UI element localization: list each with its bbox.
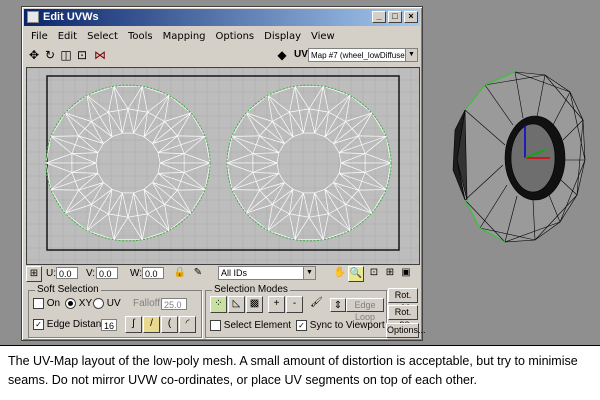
menu-view[interactable]: View [306, 29, 340, 45]
uv-radio[interactable] [93, 297, 104, 309]
chevron-down-icon: ▼ [405, 49, 417, 61]
soft-selection-group: Soft Selection On XY UV Falloff: 25.0 ✓ … [28, 284, 202, 338]
app-icon [27, 11, 39, 23]
edge-distance-row[interactable]: ✓ Edge Distance [33, 318, 112, 332]
stepper-icon[interactable]: ⇕ [330, 298, 346, 312]
uv-shell-left [45, 84, 211, 242]
map-select[interactable]: Map #7 (wheel_lowDiffuseMap.tga)▼ [308, 48, 418, 62]
menu-options[interactable]: Options [211, 29, 260, 45]
menu-edit[interactable]: Edit [53, 29, 82, 45]
selection-modes-title: Selection Modes [212, 284, 290, 295]
zoom-extents-icon[interactable]: ⊞ [382, 266, 398, 282]
menu-mapping[interactable]: Mapping [158, 29, 211, 45]
curve-smooth-button[interactable]: ∫ [125, 316, 142, 333]
on-checkbox-row[interactable]: On [33, 297, 60, 311]
menu-tools[interactable]: Tools [123, 29, 158, 45]
rotate-icon[interactable]: ↻ [42, 47, 58, 63]
xy-radio-row[interactable]: XY [65, 297, 92, 311]
v-label: V: [86, 268, 96, 279]
sync-viewport-checkbox[interactable]: ✓ [296, 319, 307, 331]
uv-editor-view[interactable] [26, 67, 420, 265]
ids-select-value: All IDs [221, 268, 248, 278]
soft-selection-title: Soft Selection [35, 284, 101, 295]
move-icon[interactable]: ✥ [26, 47, 42, 63]
scale-icon[interactable]: ◫ [58, 47, 74, 63]
paint-icon[interactable]: ✎ [190, 266, 206, 282]
zoom-region-icon[interactable]: ⊡ [366, 266, 382, 282]
options-button[interactable]: Options... [386, 323, 426, 338]
vertex-mode-button[interactable]: ⁘ [210, 296, 227, 313]
uv-label: UV [294, 49, 308, 60]
shrink-selection-button[interactable]: - [286, 296, 303, 313]
selection-modes-group: Selection Modes ⁘ ◺ ▩ + - 🖌 ⇕ Edge Loop … [205, 284, 387, 338]
edge-distance-checkbox[interactable]: ✓ [33, 318, 44, 330]
menu-select[interactable]: Select [82, 29, 123, 45]
curve-linear-button[interactable]: / [143, 316, 160, 333]
paint-select-icon[interactable]: 🖌 [308, 296, 325, 313]
rotate-plus-90-button[interactable]: Rot. +90 [388, 288, 418, 313]
uv-mesh-layout [27, 68, 419, 264]
chevron-down-icon: ▼ [303, 267, 315, 279]
sync-viewport-row[interactable]: ✓ Sync to Viewport [296, 319, 385, 333]
freeform-icon[interactable]: ⊡ [74, 47, 90, 63]
xy-radio[interactable] [65, 297, 76, 309]
window-title: Edit UVWs [43, 11, 99, 23]
mirror-icon[interactable]: ⋈ [92, 47, 108, 63]
menu-file[interactable]: File [26, 29, 53, 45]
menu-bar: File Edit Select Tools Mapping Options D… [26, 29, 340, 45]
select-element-label: Select Element [223, 320, 292, 331]
filter-icon[interactable]: ▣ [398, 266, 414, 282]
w-label: W: [130, 268, 143, 279]
xy-label: XY [78, 298, 93, 309]
v-field[interactable]: 0.0 [96, 267, 118, 279]
minimize-button[interactable]: _ [372, 11, 386, 23]
wheel-3d-mesh [452, 71, 586, 243]
close-button[interactable]: × [404, 11, 418, 23]
map-select-value: Map #7 (wheel_lowDiffuseMap.tga) [311, 51, 417, 60]
edge-distance-field[interactable]: 16 [101, 319, 117, 331]
pan-icon[interactable]: ✋ [332, 266, 348, 282]
toolbar: ✥ ↻ ◫ ⊡ ⋈ ◆ UV Map #7 (wheel_lowDiffuseM… [26, 47, 418, 65]
on-label: On [46, 298, 61, 309]
status-row: ⊞ U: 0.0 V: 0.0 W: 0.0 🔒 ✎ All IDs ▼ ✋ 🔍 … [26, 265, 418, 283]
edge-loop-button[interactable]: Edge Loop [346, 298, 384, 322]
u-label: U: [46, 268, 56, 279]
falloff-field[interactable]: 25.0 [161, 298, 187, 310]
select-element-row[interactable]: Select Element [210, 319, 291, 333]
uv-radio-row[interactable]: UV [93, 297, 121, 311]
on-checkbox[interactable] [33, 297, 44, 309]
uv-radio-label: UV [106, 298, 121, 309]
edit-uvws-window: Edit UVWs _ □ × File Edit Select Tools M… [21, 6, 426, 341]
face-mode-button[interactable]: ▩ [246, 296, 263, 313]
falloff-label: Falloff: [133, 298, 163, 309]
grow-selection-button[interactable]: + [268, 296, 285, 313]
edge-mode-button[interactable]: ◺ [228, 296, 245, 313]
w-field[interactable]: 0.0 [142, 267, 164, 279]
maximize-button[interactable]: □ [388, 11, 402, 23]
u-field[interactable]: 0.0 [56, 267, 78, 279]
caption: The UV-Map layout of the low-poly mesh. … [0, 345, 600, 400]
title-bar[interactable]: Edit UVWs _ □ × [24, 9, 420, 26]
uv-shell-right [226, 84, 392, 242]
absolute-mode-icon[interactable]: ⊞ [26, 266, 42, 282]
lock-icon[interactable]: 🔒 [172, 266, 188, 282]
curve-fast-button[interactable]: ◜ [179, 316, 196, 333]
sync-viewport-label: Sync to Viewport [309, 320, 385, 331]
3d-viewport[interactable] [425, 0, 600, 345]
zoom-icon[interactable]: 🔍 [348, 266, 364, 282]
select-element-checkbox[interactable] [210, 319, 221, 331]
curve-slow-button[interactable]: ( [161, 316, 178, 333]
menu-display[interactable]: Display [259, 29, 306, 45]
rotate-minus-90-button[interactable]: Rot. -90 [388, 305, 418, 330]
ids-select[interactable]: All IDs ▼ [218, 266, 316, 280]
checker-icon[interactable]: ◆ [274, 47, 290, 63]
